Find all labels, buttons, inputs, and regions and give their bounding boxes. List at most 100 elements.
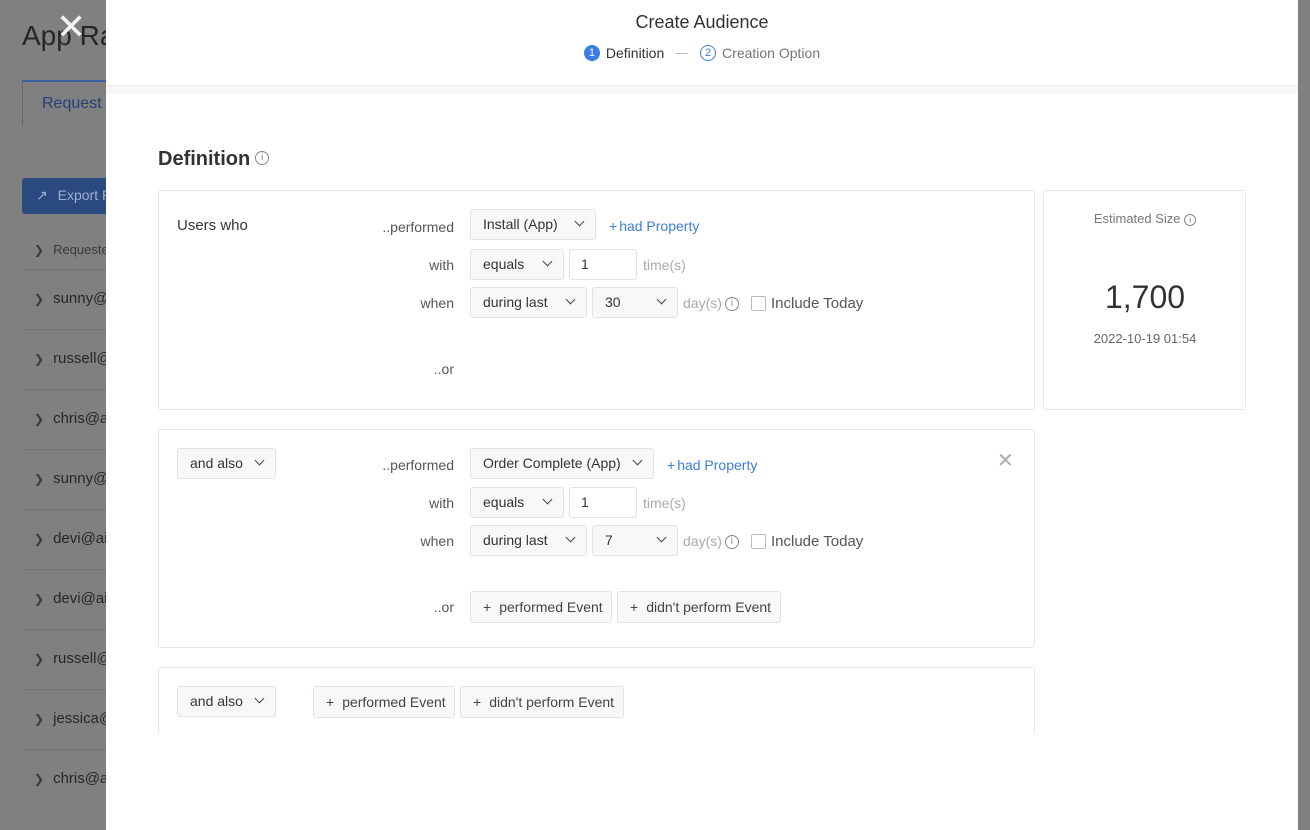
step-definition[interactable]: 1 Definition (583, 45, 665, 62)
estimated-size-card: Estimated Size i 1,700 2022-10-19 01:54 (1043, 190, 1246, 410)
plus-icon: + (326, 694, 335, 710)
days-unit: day(s) i (683, 533, 739, 550)
days-unit: day(s) i (683, 295, 739, 312)
estimated-size-label: Estimated Size i (1044, 211, 1246, 226)
chevron-right-icon: ❯ (34, 532, 45, 546)
step-number: 2 (700, 45, 717, 62)
estimated-size-label-text: Estimated Size (1093, 211, 1181, 226)
add-property-link[interactable]: + had Property (667, 457, 757, 473)
list-item-label: russell@ (53, 650, 112, 667)
chevron-down-icon (542, 256, 553, 267)
chevron-down-icon (632, 455, 643, 466)
days-select-value: 7 (605, 532, 613, 548)
plus-icon: + (473, 694, 482, 710)
chevron-down-icon (254, 455, 265, 466)
chevron-down-icon (656, 294, 667, 305)
list-item-label: chris@ai (53, 410, 112, 427)
step-label: Definition (605, 45, 665, 62)
create-audience-modal: Create Audience 1 Definition 2 Creation … (106, 0, 1298, 830)
remove-condition-icon[interactable]: ✕ (997, 451, 1014, 471)
chevron-down-icon (656, 532, 667, 543)
add-not-performed-event-button[interactable]: + didn't perform Event (460, 686, 624, 718)
close-modal-icon[interactable]: ✕ (56, 9, 86, 45)
event-select[interactable]: Order Complete (App) (470, 448, 654, 479)
list-item-label: chris@ai (53, 770, 112, 787)
estimated-size-timestamp: 2022-10-19 01:54 (1093, 331, 1197, 346)
performed-label: ..performed (382, 219, 454, 235)
section-title: Definition i (158, 148, 270, 171)
include-today-checkbox[interactable] (751, 534, 766, 549)
chevron-right-icon: ❯ (34, 652, 45, 666)
list-item-label: jessica@ (53, 710, 115, 727)
time-range-select-value: during last (483, 294, 548, 310)
when-label: when (420, 295, 454, 311)
combinator-select[interactable]: and also (177, 448, 276, 479)
days-select[interactable]: 30 (592, 287, 678, 318)
days-unit-label: day(s) (683, 295, 722, 311)
plus-icon: + (483, 599, 492, 615)
plus-icon: + (630, 599, 639, 615)
with-label: with (429, 257, 454, 273)
event-select-value: Order Complete (App) (483, 455, 621, 471)
had-property-label: had Property (619, 218, 700, 234)
chevron-right-icon: ❯ (34, 712, 45, 726)
step-number: 1 (583, 45, 600, 62)
chevron-right-icon: ❯ (34, 243, 45, 257)
when-label: when (420, 533, 454, 549)
add-performed-event-button[interactable]: + performed Event (313, 686, 455, 718)
chevron-right-icon: ❯ (34, 292, 45, 306)
chevron-down-icon (565, 294, 576, 305)
info-icon[interactable]: i (1184, 213, 1197, 226)
performed-label: ..performed (382, 457, 454, 473)
with-label: with (429, 495, 454, 511)
combinator-select-value: and also (190, 455, 243, 471)
condition-card: and also + performed Event + didn't perfor… (158, 667, 1035, 735)
chevron-down-icon (574, 216, 585, 227)
users-who-label: Users who (177, 217, 248, 234)
add-not-performed-event-label: didn't perform Event (489, 694, 615, 710)
stepper: 1 Definition 2 Creation Option (106, 44, 1298, 62)
chevron-down-icon (254, 693, 265, 704)
operator-select-value: equals (483, 256, 525, 272)
time-range-select[interactable]: during last (470, 287, 587, 318)
time-range-select[interactable]: during last (470, 525, 587, 556)
chevron-right-icon: ❯ (34, 592, 45, 606)
operator-select[interactable]: equals (470, 249, 564, 280)
list-item-label: russell@ (53, 350, 112, 367)
days-select[interactable]: 7 (592, 525, 678, 556)
info-icon[interactable]: i (724, 535, 739, 550)
include-today-label: Include Today (771, 295, 864, 312)
chevron-down-icon (565, 532, 576, 543)
step-separator (676, 52, 689, 54)
event-select[interactable]: Install (App) (470, 209, 596, 240)
count-input[interactable]: 1 (569, 249, 637, 280)
add-performed-event-label: performed Event (342, 694, 446, 710)
time-range-select-value: during last (483, 532, 548, 548)
tab-request-label: Request (42, 95, 102, 112)
condition-card: and also ..performed Order Complete (App… (158, 429, 1035, 648)
operator-select[interactable]: equals (470, 487, 564, 518)
chevron-right-icon: ❯ (34, 772, 45, 786)
days-unit-label: day(s) (683, 533, 722, 549)
or-label: ..or (433, 361, 454, 377)
chevron-right-icon: ❯ (34, 352, 45, 366)
combinator-select[interactable]: and also (177, 686, 276, 717)
modal-header: Create Audience 1 Definition 2 Creation … (106, 0, 1298, 86)
section-title-label: Definition (158, 148, 251, 170)
info-icon[interactable]: i (724, 297, 739, 312)
count-input[interactable]: 1 (569, 487, 637, 518)
had-property-label: had Property (677, 457, 758, 473)
modal-title: Create Audience (635, 12, 769, 32)
add-not-performed-event-label: didn't perform Event (646, 599, 772, 615)
include-today-checkbox[interactable] (751, 296, 766, 311)
info-icon[interactable]: i (255, 150, 270, 165)
step-creation-option[interactable]: 2 Creation Option (700, 45, 820, 62)
add-performed-event-label: performed Event (499, 599, 603, 615)
list-item-label: devi@air (53, 590, 113, 607)
header-divider (106, 86, 1298, 94)
list-header-label: Requeste (53, 242, 109, 257)
add-performed-event-button[interactable]: + performed Event (470, 591, 612, 623)
export-button-label: Export R (57, 187, 113, 203)
add-not-performed-event-button[interactable]: + didn't perform Event (617, 591, 781, 623)
add-property-link[interactable]: + had Property (609, 218, 699, 234)
